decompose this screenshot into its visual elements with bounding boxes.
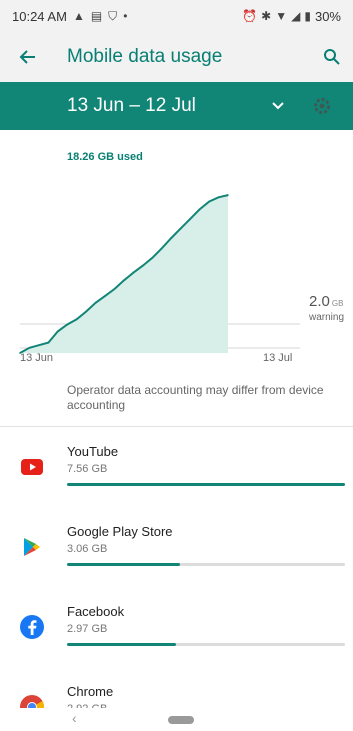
play-store-icon xyxy=(20,535,44,559)
usage-point xyxy=(170,237,173,239)
status-bar: 10:24 AM ▲ ▤ ⛉ • ⏰ ✱ ▼ ◢ ▮ 30% xyxy=(0,0,353,32)
shield-icon: ⛉ xyxy=(108,8,118,23)
usage-bar xyxy=(67,563,345,566)
app-row-google-play-store[interactable]: Google Play Store 3.06 GB xyxy=(0,507,353,587)
cycle-label[interactable]: 13 Jun – 12 Jul xyxy=(67,95,196,117)
usage-bar xyxy=(67,483,345,486)
bluetooth-icon: ✱ xyxy=(261,9,272,23)
usage-point xyxy=(198,208,201,211)
axis-end-label: 13 Jul xyxy=(263,352,293,364)
usage-point xyxy=(113,288,116,290)
usage-bar-fill xyxy=(67,563,180,566)
usage-point xyxy=(85,310,87,313)
usage-chart xyxy=(19,194,300,354)
app-name: Google Play Store xyxy=(67,524,173,539)
gear-icon[interactable] xyxy=(308,92,336,120)
status-left: 10:24 AM ▲ ▤ ⛉ • xyxy=(12,9,127,24)
app-bar: Mobile data usage xyxy=(0,32,353,82)
axis-start-label: 13 Jun xyxy=(20,352,54,364)
youtube-icon xyxy=(20,455,44,479)
usage-point xyxy=(151,257,154,259)
app-name: Chrome xyxy=(67,684,114,699)
alarm-icon: ⏰ xyxy=(242,9,258,23)
page-title: Mobile data usage xyxy=(67,46,223,67)
operator-note: Operator data accounting may differ from… xyxy=(67,383,324,412)
facebook-icon xyxy=(20,615,44,639)
usage-point xyxy=(94,302,97,304)
wifi-icon: ▼ xyxy=(275,9,288,23)
battery-icon: ▮ xyxy=(304,9,311,23)
usage-point xyxy=(66,323,69,326)
nav-home-pill-icon[interactable] xyxy=(168,716,194,724)
chevron-down-icon[interactable] xyxy=(266,94,290,118)
warning-limit-number: 2.0 xyxy=(309,293,330,310)
warning-limit-unit: GB xyxy=(331,299,344,308)
status-time: 10:24 AM xyxy=(12,8,67,24)
back-arrow-icon[interactable] xyxy=(16,45,40,69)
usage-point xyxy=(142,264,144,267)
usage-point xyxy=(132,271,135,274)
battery-percent: 30% xyxy=(314,8,341,24)
app-size: 2.97 GB xyxy=(67,623,108,635)
app-name: Facebook xyxy=(67,604,125,619)
usage-point xyxy=(161,247,163,250)
dot-icon: • xyxy=(123,9,128,23)
usage-point xyxy=(104,295,106,297)
usage-bar xyxy=(67,643,345,646)
usage-point xyxy=(123,279,125,282)
search-icon[interactable] xyxy=(319,44,345,70)
status-right: ⏰ ✱ ▼ ◢ ▮ 30% xyxy=(242,9,341,24)
usage-bar-fill xyxy=(67,483,345,486)
usage-point xyxy=(227,194,229,196)
usage-point xyxy=(47,341,50,344)
app-row-facebook[interactable]: Facebook 2.97 GB xyxy=(0,587,353,667)
signal-icon: ◢ xyxy=(291,9,301,23)
app-size: 3.06 GB xyxy=(67,543,108,555)
usage-bar-fill xyxy=(67,643,177,646)
message-icon: ▤ xyxy=(90,9,103,23)
warning-limit-value: 2.0 GB xyxy=(309,293,343,310)
usage-area xyxy=(20,195,228,353)
app-row-youtube[interactable]: YouTube 7.56 GB xyxy=(0,427,353,507)
cycle-selector[interactable]: 13 Jun – 12 Jul xyxy=(0,82,353,130)
navigation-bar: ‹ xyxy=(0,708,353,731)
app-size: 7.56 GB xyxy=(67,463,108,475)
usage-point xyxy=(208,200,210,203)
usage-point xyxy=(57,330,59,333)
app-name: YouTube xyxy=(67,444,119,459)
usage-point xyxy=(28,347,31,349)
warning-icon: ▲ xyxy=(72,9,85,23)
chart-series xyxy=(19,194,229,354)
warning-limit-label: warning xyxy=(309,312,345,323)
nav-back-icon[interactable]: ‹ xyxy=(72,710,77,726)
usage-total: 18.26 GB used xyxy=(67,151,143,163)
usage-point xyxy=(189,218,191,220)
usage-point xyxy=(179,227,182,230)
usage-point xyxy=(217,196,220,199)
usage-point xyxy=(75,318,78,321)
usage-point xyxy=(38,344,40,347)
